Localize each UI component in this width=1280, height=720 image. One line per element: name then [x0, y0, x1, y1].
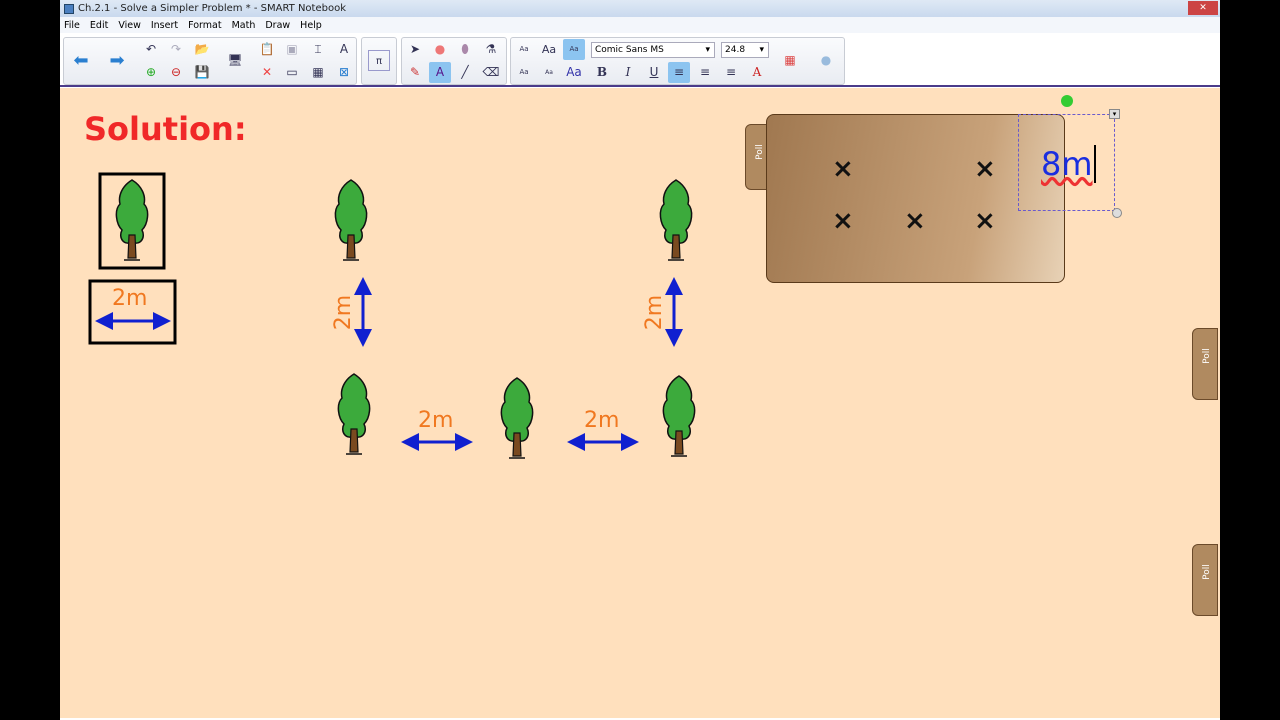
- magic-pen-icon[interactable]: ⬮: [454, 39, 476, 60]
- tree-icon: [500, 377, 534, 459]
- align-right-button[interactable]: ≡: [720, 62, 742, 83]
- toolbar: ⬅ ➡ ↶ ↷ 📂 ⊕ ⊖ 💾 🖥 📋 ▣ ⌶ A ✕ ▭ ▦ ⊠ π ➤ ● …: [60, 35, 1220, 87]
- menu-edit[interactable]: Edit: [90, 20, 108, 31]
- screen-capture-icon[interactable]: ⌶: [307, 39, 329, 60]
- title-bar: Ch.2.1 - Solve a Simpler Problem * - SMA…: [60, 0, 1220, 17]
- font-name-select[interactable]: Comic Sans MS ▾: [591, 42, 715, 58]
- text-box-value[interactable]: 8m: [1041, 145, 1096, 183]
- menu-insert[interactable]: Insert: [151, 20, 178, 31]
- tree-icon: [337, 373, 371, 455]
- text-style-5[interactable]: Aa: [538, 62, 560, 83]
- menu-view[interactable]: View: [118, 20, 141, 31]
- distance-label: 2m: [642, 294, 668, 331]
- menu-help[interactable]: Help: [300, 20, 322, 31]
- distance-label: 2m: [331, 294, 357, 331]
- object-menu-icon[interactable]: ▾: [1109, 109, 1120, 119]
- delete-icon[interactable]: ✕: [256, 62, 278, 83]
- add-page-icon[interactable]: ⊕: [140, 62, 162, 83]
- open-folder-icon[interactable]: 📂: [191, 39, 213, 60]
- text-style-6[interactable]: Aa: [563, 62, 585, 83]
- menu-math[interactable]: Math: [232, 20, 256, 31]
- app-icon: [64, 3, 74, 14]
- chevron-down-icon: ▾: [705, 45, 710, 55]
- italic-button[interactable]: I: [617, 62, 639, 83]
- align-center-button[interactable]: ≡: [694, 62, 716, 83]
- align-left-button[interactable]: ≡: [668, 62, 690, 83]
- tree-icon: [662, 375, 696, 457]
- x-mark: ×: [832, 206, 854, 236]
- legend-distance-label: 2m: [112, 286, 148, 311]
- math-pi-icon[interactable]: π: [368, 50, 390, 71]
- poll-tab-label: Poll: [1201, 348, 1212, 364]
- menu-format[interactable]: Format: [188, 20, 221, 31]
- undo-icon[interactable]: ↶: [140, 39, 162, 60]
- x-mark: ×: [974, 154, 996, 184]
- delete-page-icon[interactable]: ⊖: [165, 62, 187, 83]
- tree-icon: [115, 179, 149, 261]
- chevron-down-icon: ▾: [759, 45, 764, 55]
- line-icon[interactable]: ╱: [454, 62, 476, 83]
- poll-tab-label: Poll: [1201, 564, 1212, 580]
- document-camera-icon[interactable]: ▭: [281, 62, 303, 83]
- distance-label: 2m: [418, 408, 454, 433]
- rotate-handle[interactable]: [1061, 95, 1073, 107]
- x-mark: ×: [974, 206, 996, 236]
- underline-button[interactable]: U: [643, 62, 665, 83]
- poll-tab-label: Poll: [754, 144, 765, 160]
- close-button[interactable]: ✕: [1188, 1, 1218, 15]
- x-mark: ×: [832, 154, 854, 184]
- redo-icon[interactable]: ↷: [165, 39, 187, 60]
- x-mark: ×: [904, 206, 926, 236]
- handwriting-icon[interactable]: A: [333, 39, 355, 60]
- poll-side-tab[interactable]: Poll: [1192, 544, 1218, 616]
- back-arrow-icon[interactable]: ⬅: [70, 50, 92, 71]
- text-box-selection[interactable]: 8m: [1018, 114, 1115, 211]
- pens-icon[interactable]: ✎: [404, 62, 426, 83]
- bold-button[interactable]: B: [591, 62, 613, 83]
- poll-side-tab[interactable]: Poll: [1192, 328, 1218, 400]
- color-palette-icon[interactable]: ▦: [779, 50, 801, 71]
- forward-arrow-icon[interactable]: ➡: [106, 50, 128, 71]
- text-icon[interactable]: A: [429, 62, 451, 83]
- tree-icon: [659, 179, 693, 261]
- whiteboard-canvas[interactable]: Solution: 2m 2m 2m 2m 2m Poll × × × × × …: [60, 88, 1220, 718]
- distance-label: 2m: [584, 408, 620, 433]
- text-style-3[interactable]: Aa: [563, 39, 585, 60]
- resize-handle[interactable]: [1112, 208, 1122, 218]
- fullscreen-icon[interactable]: ⊠: [333, 62, 355, 83]
- tree-icon: [334, 179, 368, 261]
- save-icon[interactable]: 💾: [191, 62, 213, 83]
- window-title: Ch.2.1 - Solve a Simpler Problem * - SMA…: [78, 3, 347, 14]
- text-format-icon[interactable]: A: [746, 62, 768, 83]
- transparency-icon[interactable]: ●: [815, 50, 837, 71]
- font-size-value: 24.8: [725, 45, 746, 55]
- text-style-4[interactable]: Aa: [513, 62, 535, 83]
- screen-shade-icon[interactable]: ▣: [281, 39, 303, 60]
- shapes-icon[interactable]: ●: [429, 39, 451, 60]
- display-screen-icon[interactable]: 🖥: [224, 50, 246, 71]
- menu-bar: File Edit View Insert Format Math Draw H…: [60, 17, 1220, 33]
- paste-icon[interactable]: 📋: [256, 39, 278, 60]
- font-size-select[interactable]: 24.8 ▾: [721, 42, 769, 58]
- smart-notebook-window: Ch.2.1 - Solve a Simpler Problem * - SMA…: [60, 0, 1220, 720]
- select-pointer-icon[interactable]: ➤: [404, 39, 426, 60]
- font-name-value: Comic Sans MS: [595, 45, 664, 55]
- table-icon[interactable]: ▦: [307, 62, 329, 83]
- text-style-2[interactable]: Aa: [538, 39, 560, 60]
- menu-draw[interactable]: Draw: [265, 20, 290, 31]
- eraser-icon[interactable]: ⌫: [480, 62, 502, 83]
- fill-icon[interactable]: ⚗: [480, 39, 502, 60]
- text-style-1[interactable]: Aa: [513, 39, 535, 60]
- menu-file[interactable]: File: [64, 20, 80, 31]
